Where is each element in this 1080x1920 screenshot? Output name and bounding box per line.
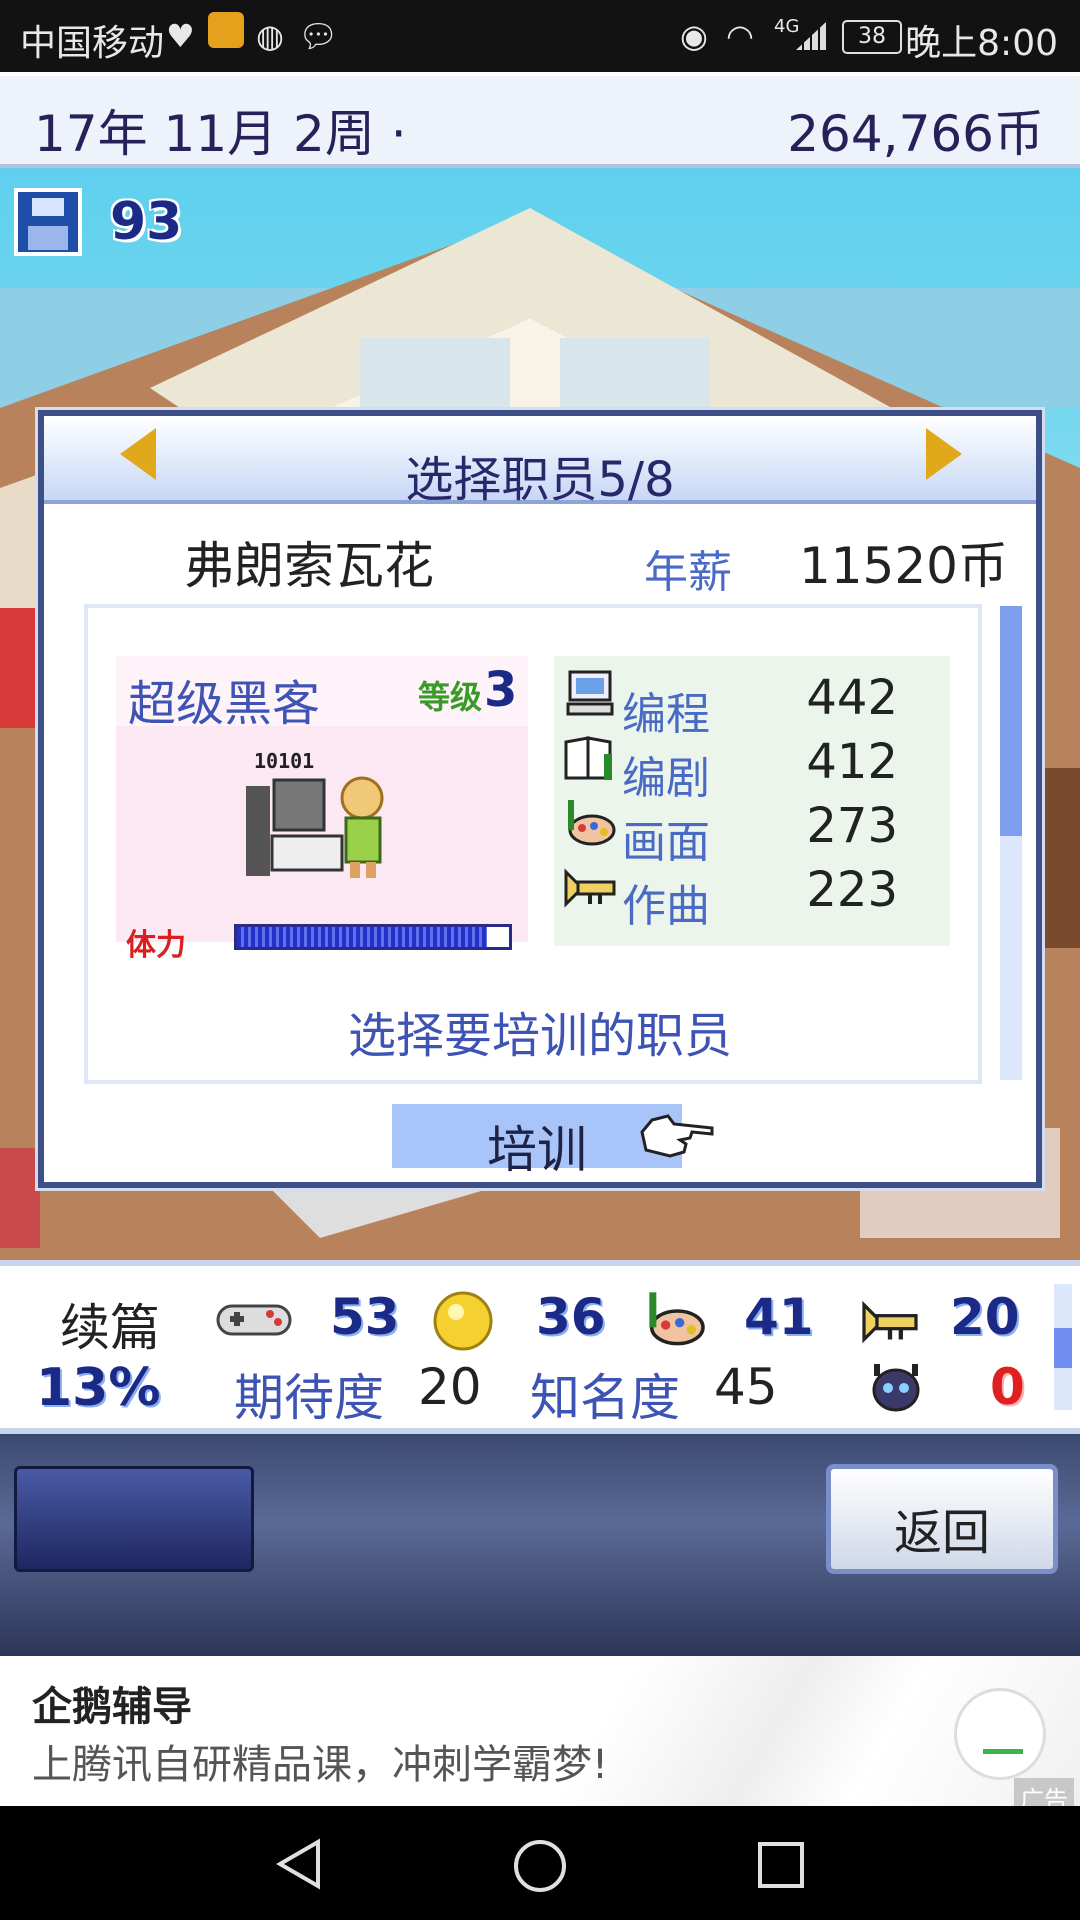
level-value: 3: [484, 662, 518, 718]
employee-sprite: 10101: [246, 749, 384, 878]
home-nav-icon[interactable]: [512, 1838, 568, 1894]
stat-label-scenario: 编剧: [622, 753, 710, 804]
back-button[interactable]: 返回: [826, 1464, 1058, 1574]
fame-label: 知名度: [530, 1369, 680, 1427]
gamepad-icon: [216, 1304, 292, 1336]
menu-button[interactable]: [14, 1466, 254, 1572]
trumpet-icon: [564, 868, 616, 908]
info-scrollbar[interactable]: [1054, 1284, 1072, 1410]
battery-level: 38: [858, 24, 886, 49]
ad-text: 上腾讯自研精品课，冲刺学霸梦!: [32, 1742, 609, 1788]
ad-banner[interactable]: 企鹅辅导 上腾讯自研精品课，冲刺学霸梦! 广告: [0, 1656, 1080, 1817]
coin-icon: [433, 1291, 493, 1351]
stat-label-graphics: 画面: [622, 817, 710, 868]
stat-label-music: 作曲: [622, 881, 710, 932]
sequel-percent: 13%: [36, 1358, 161, 1418]
qq-icon: ◍: [256, 17, 284, 55]
stamina-fill: [237, 927, 488, 947]
chat-icon: 💬︎: [298, 17, 339, 55]
dialog-title: 选择职员5/8: [405, 452, 675, 508]
money-display: 264,766币: [787, 105, 1044, 163]
graphics-value: 41: [744, 1288, 814, 1346]
game-info-panel: 续篇 53 36 41 20 13% 期待度 20 知名度 45 0: [0, 1260, 1080, 1434]
train-button[interactable]: 培训: [392, 1104, 682, 1179]
computer-icon: [566, 670, 614, 716]
command-bar: 返回: [0, 1434, 1080, 1656]
recents-nav-icon[interactable]: [756, 1840, 806, 1890]
eye-icon: ◉: [680, 17, 708, 55]
stamina-label: 体力: [126, 928, 186, 963]
palette-icon: [649, 1292, 705, 1346]
carrier-label: 中国移动: [20, 23, 165, 64]
salary-value: 11520币: [798, 537, 1008, 595]
pointer-hand-icon: [640, 1114, 714, 1158]
stat-value-graphics: 273: [806, 798, 898, 854]
signal-icon: [796, 22, 826, 50]
bug-count: 0: [990, 1358, 1025, 1416]
battery-icon: 38: [842, 20, 902, 54]
level-label: 等级: [418, 678, 483, 716]
stat-value-scenario: 412: [806, 734, 898, 790]
sprite-caption: 10101: [254, 749, 314, 773]
minus-icon: [983, 1749, 1023, 1754]
network-type: 4G: [774, 16, 800, 37]
palette-icon: [568, 800, 616, 846]
creativity-value: 36: [536, 1288, 606, 1346]
book-icon: [564, 736, 612, 780]
stamina-bar: [234, 924, 512, 950]
trumpet-icon: [862, 1300, 918, 1344]
job-title: 超级黑客: [128, 676, 321, 732]
sound-value: 20: [950, 1288, 1020, 1346]
fun-value: 53: [330, 1288, 400, 1346]
save-icon[interactable]: [14, 188, 82, 256]
save-count: 93: [110, 192, 183, 252]
navigation-bar: [0, 1806, 1080, 1920]
training-prompt: 选择要培训的职员: [347, 1008, 732, 1064]
bug-icon: [872, 1364, 920, 1412]
scroll-thumb[interactable]: [1054, 1328, 1072, 1368]
select-staff-dialog: 选择职员5/8 弗朗索瓦花 年薪 11520币 超级黑客 等级 3 10101 …: [38, 410, 1042, 1188]
weibo-icon: [208, 12, 244, 48]
stat-value-music: 223: [806, 862, 898, 918]
scroll-thumb[interactable]: [1000, 606, 1022, 836]
back-button-label: 返回: [893, 1505, 990, 1561]
back-nav-icon[interactable]: [274, 1838, 324, 1890]
salary-label: 年薪: [644, 547, 732, 598]
heart-icon: ♥: [166, 17, 195, 55]
game-header: 17年 11月 2周 · 264,766币: [0, 72, 1080, 168]
ad-action-button[interactable]: [954, 1688, 1046, 1780]
ad-title: 企鹅辅导: [32, 1684, 192, 1730]
train-button-label: 培训: [487, 1121, 587, 1179]
clock: 晚上8:00: [905, 23, 1058, 64]
next-staff-arrow-icon[interactable]: [926, 428, 962, 480]
fame-value: 45: [714, 1358, 778, 1416]
employee-name: 弗朗索瓦花: [184, 537, 434, 595]
stat-label-programming: 编程: [622, 689, 710, 740]
status-bar: 中国移动 ♥ ◍ 💬︎ ◉ ◠ 4G 38 晚上8:00: [0, 0, 1080, 72]
expectation-value: 20: [418, 1358, 482, 1416]
expectation-label: 期待度: [234, 1369, 384, 1427]
stat-value-programming: 442: [806, 670, 898, 726]
game-date: 17年 11月 2周 ·: [34, 105, 407, 163]
wifi-icon: ◠: [726, 17, 754, 55]
sequel-label: 续篇: [60, 1299, 160, 1357]
